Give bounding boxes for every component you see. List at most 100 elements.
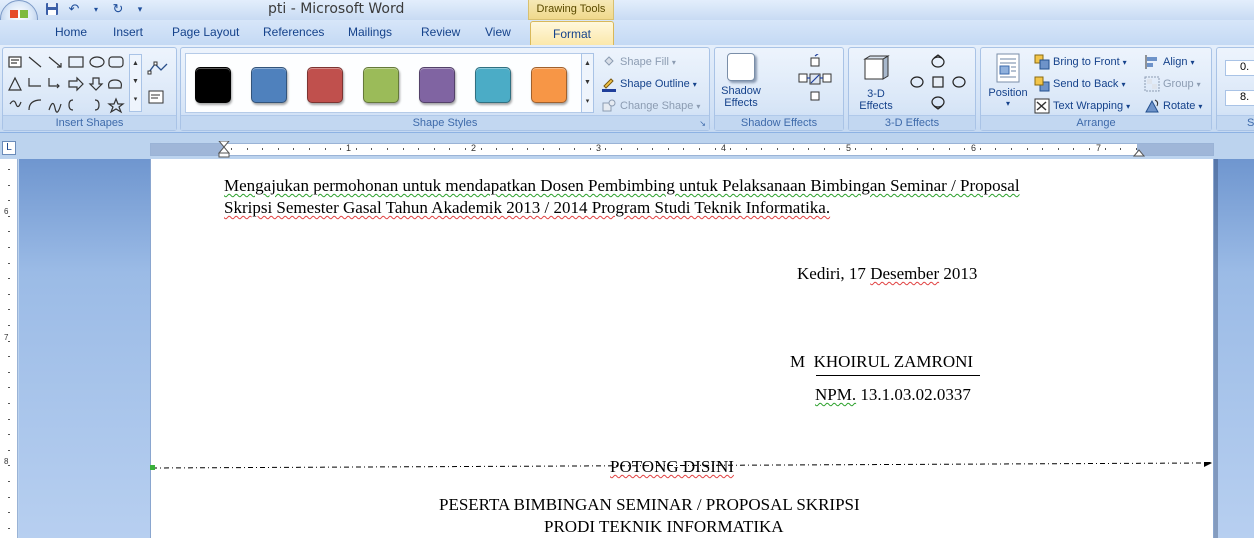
ruler-number: 6 <box>971 143 977 153</box>
tab-insert[interactable]: Insert <box>113 25 143 39</box>
ruler-tick <box>839 148 840 150</box>
style-swatch-red[interactable] <box>307 67 343 103</box>
vertical-ruler-tick <box>8 419 10 420</box>
tab-references[interactable]: References <box>263 25 324 39</box>
vertical-ruler-tick <box>8 216 10 217</box>
styles-gallery-scrollbar[interactable]: ▲ ▼ ▾ <box>581 53 594 113</box>
body-paragraph-line-1[interactable]: Mengajukan permohonan untuk mendapatkan … <box>224 176 1020 196</box>
tab-view[interactable]: View <box>485 25 511 39</box>
vertical-ruler-tick <box>8 372 10 373</box>
heading-line-1[interactable]: PESERTA BIMBINGAN SEMINAR / PROPOSAL SKR… <box>439 495 860 515</box>
group-icon <box>1144 76 1160 92</box>
style-swatch-aqua[interactable] <box>475 67 511 103</box>
tab-mailings[interactable]: Mailings <box>348 25 392 39</box>
shape-height-field[interactable]: 0. <box>1225 60 1254 76</box>
indent-marker-icon[interactable] <box>217 141 231 159</box>
shapes-gallery[interactable] <box>7 54 132 114</box>
ruler-tick <box>808 148 809 150</box>
ribbon: ▲ ▼ ▾ Insert Shapes ▲ ▼ ▾ Shape Fill ▾ S… <box>0 45 1254 133</box>
vertical-ruler-tick <box>8 403 10 404</box>
dialog-launcher-icon[interactable]: ↘ <box>699 119 706 128</box>
ruler-tick <box>933 148 934 150</box>
tilt-icons[interactable] <box>907 52 969 112</box>
title-bar: ↶ ▾ ↻ ▾ pti - Microsoft Word Drawing Too… <box>0 0 1254 20</box>
rotate-button[interactable]: Rotate ▾ <box>1144 98 1202 114</box>
ruler-tick <box>1042 148 1043 150</box>
redo-icon[interactable]: ↻ <box>110 1 126 17</box>
gallery-more-icon[interactable]: ▾ <box>130 91 141 109</box>
shadow-effects-button[interactable]: Shadow Effects <box>721 53 761 115</box>
left-margin-area <box>151 144 224 155</box>
ruler-tick <box>465 148 466 150</box>
ruler-tick <box>356 148 357 150</box>
ruler-tick <box>917 148 918 150</box>
position-button[interactable]: Position ▾ <box>985 53 1031 117</box>
tab-home[interactable]: Home <box>55 25 87 39</box>
ruler-tick <box>496 148 497 150</box>
group-button[interactable]: Group ▾ <box>1144 76 1201 92</box>
ruler-tick <box>309 148 310 150</box>
change-shape-icon <box>601 98 617 114</box>
draw-text-box-icon[interactable] <box>148 90 164 104</box>
vertical-ruler[interactable]: 6 7 8 <box>0 159 18 538</box>
nudge-shadow-icons[interactable] <box>797 54 837 110</box>
position-caret-icon: ▾ <box>1005 99 1010 108</box>
ruler-tick <box>231 148 232 150</box>
style-swatch-green[interactable] <box>363 67 399 103</box>
ruler-tick <box>730 148 731 150</box>
three-d-cube-icon <box>863 55 890 80</box>
shape-fill-button[interactable]: Shape Fill ▾ <box>601 54 676 70</box>
tab-format[interactable]: Format <box>530 21 614 46</box>
paint-bucket-icon <box>601 54 617 70</box>
ruler-tick <box>449 148 450 150</box>
scroll-up-icon[interactable]: ▲ <box>130 55 141 73</box>
npm-line[interactable]: NPM. 13.1.03.02.0337 <box>815 385 971 405</box>
dropdown-caret-icon[interactable]: ▾ <box>88 1 104 17</box>
edit-shape-icon[interactable] <box>147 60 171 76</box>
shape-width-field[interactable]: 8. <box>1225 90 1254 106</box>
ruler-tick <box>418 148 419 150</box>
heading-line-2[interactable]: PRODI TEKNIK INFORMATIKA <box>544 517 784 537</box>
horizontal-ruler[interactable]: 1 2 3 4 5 6 7 <box>150 141 1214 159</box>
style-swatch-blue[interactable] <box>251 67 287 103</box>
style-swatch-purple[interactable] <box>419 67 455 103</box>
ruler-tick <box>980 148 981 150</box>
tab-page-layout[interactable]: Page Layout <box>172 25 239 39</box>
cut-label[interactable]: POTONG DISINI <box>610 457 734 477</box>
three-d-effects-label: 3-D Effects <box>849 115 975 130</box>
tab-review[interactable]: Review <box>421 25 460 39</box>
undo-icon[interactable]: ↶ <box>66 1 82 17</box>
right-indent-marker-icon[interactable] <box>1133 148 1145 157</box>
change-shape-button[interactable]: Change Shape ▾ <box>601 98 700 114</box>
ruler-tick <box>559 148 560 150</box>
ruler-tick <box>995 148 996 150</box>
ribbon-tab-row: Home Insert Page Layout References Maili… <box>0 20 1254 45</box>
ruler-tick <box>824 148 825 150</box>
signature-underline <box>816 375 980 376</box>
shapes-gallery-scrollbar[interactable]: ▲ ▼ ▾ <box>129 54 142 112</box>
signature-name[interactable]: M KHOIRUL ZAMRONI <box>790 352 973 372</box>
vertical-ruler-tick <box>8 247 10 248</box>
align-button[interactable]: Align ▾ <box>1144 54 1194 70</box>
customize-icon[interactable]: ▾ <box>132 1 148 17</box>
save-icon[interactable] <box>44 1 60 17</box>
body-paragraph-line-2[interactable]: Skripsi Semester Gasal Tahun Akademik 20… <box>224 198 830 218</box>
ruler-area: L 1 2 3 4 5 6 7 <box>0 137 1254 159</box>
vertical-ruler-tick <box>8 263 10 264</box>
ruler-tick <box>777 148 778 150</box>
scroll-down-icon[interactable]: ▼ <box>582 73 593 92</box>
ruler-tick <box>668 148 669 150</box>
shape-outline-button[interactable]: Shape Outline ▾ <box>601 76 697 92</box>
scroll-down-icon[interactable]: ▼ <box>130 73 141 91</box>
send-to-back-button[interactable]: Send to Back ▾ <box>1034 76 1125 92</box>
ruler-tick <box>262 148 263 150</box>
scroll-up-icon[interactable]: ▲ <box>582 54 593 73</box>
bring-to-front-button[interactable]: Bring to Front ▾ <box>1034 54 1127 70</box>
three-d-effects-button[interactable]: 3-D Effects <box>853 53 899 115</box>
date-line[interactable]: Kediri, 17 Desember 2013 <box>797 264 977 284</box>
gallery-more-icon[interactable]: ▾ <box>582 92 593 111</box>
style-swatch-black[interactable] <box>195 67 231 103</box>
text-wrapping-button[interactable]: Text Wrapping ▾ <box>1034 98 1130 114</box>
style-swatch-orange[interactable] <box>531 67 567 103</box>
tab-selector[interactable]: L <box>2 141 16 155</box>
